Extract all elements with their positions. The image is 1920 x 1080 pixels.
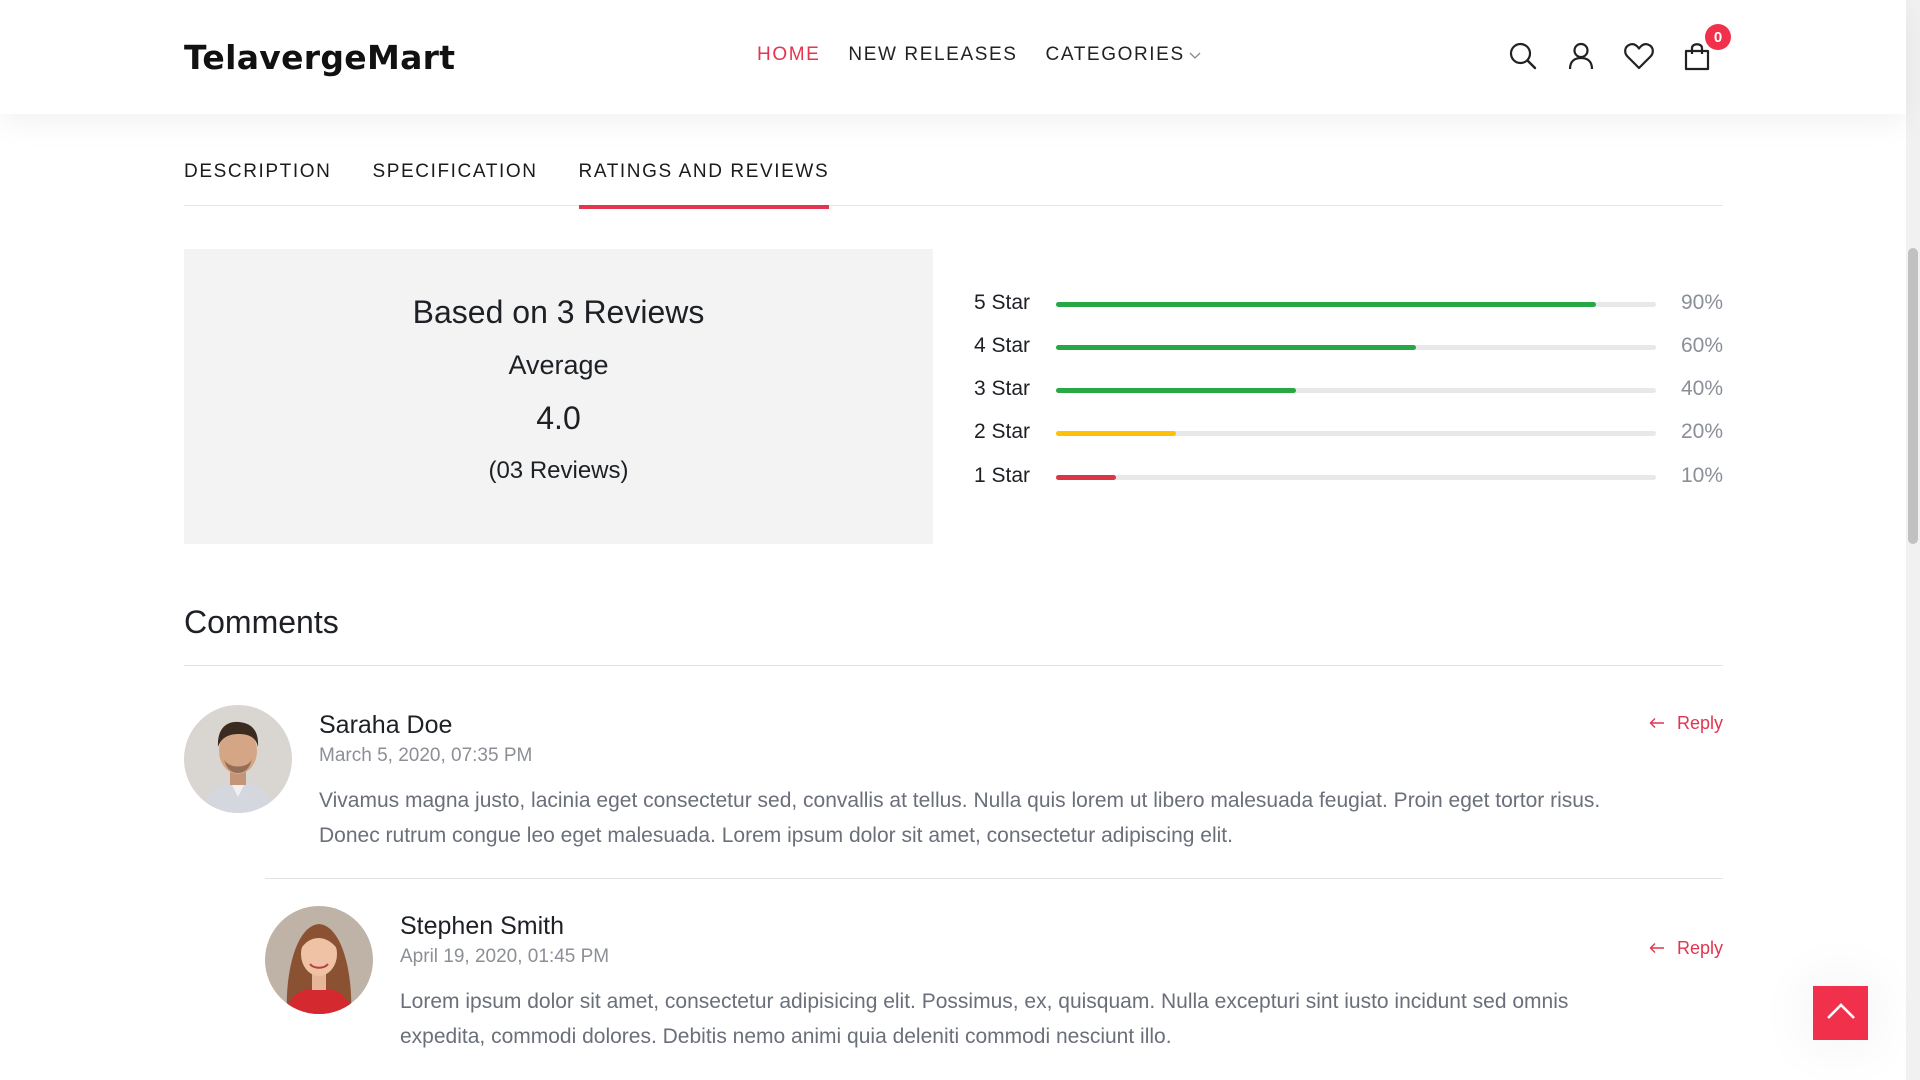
nav-home[interactable]: HOME: [757, 44, 820, 66]
page-scrollbar[interactable]: [1906, 0, 1920, 1080]
shopping-bag-icon[interactable]: 0: [1679, 24, 1731, 74]
site-header: TelavergeMart HOME NEW RELEASES CATEGORI…: [0, 0, 1906, 114]
user-icon[interactable]: [1563, 38, 1599, 74]
comment-text-line: Vivamus magna justo, lacinia eget consec…: [319, 789, 1601, 812]
summary-title: Based on 3 Reviews: [412, 294, 705, 330]
product-tabs: DESCRIPTION SPECIFICATION RATINGS AND RE…: [184, 158, 1723, 209]
rating-bar-fill: [1056, 431, 1176, 436]
back-to-top-button[interactable]: [1813, 986, 1868, 1040]
comment-item: Saraha Doe March 5, 2020, 07:35 PM Vivam…: [184, 705, 1723, 855]
comment-date: March 5, 2020, 07:35 PM: [319, 745, 533, 766]
comment-item-reply: Stephen Smith April 19, 2020, 01:45 PM L…: [265, 906, 1723, 1056]
summary-review-count: (03 Reviews): [488, 457, 629, 484]
main-nav: HOME NEW RELEASES CATEGORIES: [757, 44, 1201, 66]
rating-row-3: 3 Star 40%: [974, 375, 1723, 405]
rating-percent: 10%: [1680, 464, 1723, 487]
rating-bar-fill: [1056, 475, 1116, 480]
divider: [265, 878, 1723, 879]
comment-date: April 19, 2020, 01:45 PM: [400, 946, 610, 967]
rating-label: 3 Star: [974, 377, 1031, 400]
rating-percent: 40%: [1680, 377, 1723, 400]
reply-button[interactable]: Reply: [1649, 938, 1723, 959]
rating-row-2: 2 Star 20%: [974, 418, 1723, 448]
chevron-down-icon: [1189, 44, 1201, 66]
rating-bar-track: [1056, 431, 1656, 436]
site-logo[interactable]: TelavergeMart: [184, 38, 455, 77]
comment-text-line: expedita, commodi dolores. Debitis nemo …: [400, 1025, 1172, 1048]
divider: [184, 665, 1723, 666]
comments-heading: Comments: [184, 604, 339, 640]
rating-bar-fill: [1056, 302, 1596, 307]
arrow-left-icon: [1649, 713, 1665, 734]
rating-bar-track: [1056, 388, 1656, 393]
rating-label: 5 Star: [974, 291, 1031, 314]
rating-percent: 90%: [1680, 291, 1723, 314]
nav-categories[interactable]: CATEGORIES: [1046, 44, 1201, 66]
reply-button[interactable]: Reply: [1649, 713, 1723, 734]
rating-percent: 20%: [1680, 420, 1723, 443]
tab-ratings-and-reviews[interactable]: RATINGS AND REVIEWS: [578, 158, 830, 209]
comment-text-line: Lorem ipsum dolor sit amet, consectetur …: [400, 990, 1569, 1013]
nav-categories-label: CATEGORIES: [1045, 44, 1185, 65]
nav-new-releases[interactable]: NEW RELEASES: [848, 44, 1017, 66]
reply-label: Reply: [1676, 713, 1723, 733]
cart-count-badge: 0: [1705, 24, 1731, 50]
comment-author: Stephen Smith: [400, 912, 564, 940]
rating-bar-fill: [1056, 388, 1296, 393]
rating-percent: 60%: [1680, 334, 1723, 357]
rating-bar-track: [1056, 475, 1656, 480]
rating-bar-fill: [1056, 345, 1416, 350]
rating-row-5: 5 Star 90%: [974, 289, 1723, 319]
rating-row-4: 4 Star 60%: [974, 332, 1723, 362]
rating-row-1: 1 Star 10%: [974, 462, 1723, 492]
comment-text: Lorem ipsum dolor sit amet, consectetur …: [400, 984, 1723, 1054]
comment-text-line: Donec rutrum congue leo eget malesuada. …: [319, 824, 1233, 847]
summary-average-value: 4.0: [536, 400, 581, 436]
rating-bar-track: [1056, 345, 1656, 350]
rating-bar-track: [1056, 302, 1656, 307]
rating-label: 4 Star: [974, 334, 1031, 357]
rating-label: 1 Star: [974, 464, 1031, 487]
avatar: [184, 705, 292, 813]
summary-average-label: Average: [508, 350, 609, 380]
rating-label: 2 Star: [974, 420, 1031, 443]
rating-summary: Based on 3 Reviews Average 4.0 (03 Revie…: [184, 249, 933, 544]
heart-icon[interactable]: [1621, 38, 1657, 74]
tab-specification[interactable]: SPECIFICATION: [372, 158, 537, 206]
avatar: [265, 906, 373, 1014]
scrollbar-thumb[interactable]: [1908, 248, 1918, 544]
reply-label: Reply: [1676, 938, 1723, 958]
search-icon[interactable]: [1505, 38, 1541, 74]
tab-description[interactable]: DESCRIPTION: [184, 158, 331, 206]
comment-text: Vivamus magna justo, lacinia eget consec…: [319, 783, 1723, 853]
chevron-up-icon: [1826, 1001, 1856, 1026]
comment-author: Saraha Doe: [319, 711, 453, 739]
header-actions: 0: [1505, 24, 1731, 74]
arrow-left-icon: [1649, 938, 1665, 959]
